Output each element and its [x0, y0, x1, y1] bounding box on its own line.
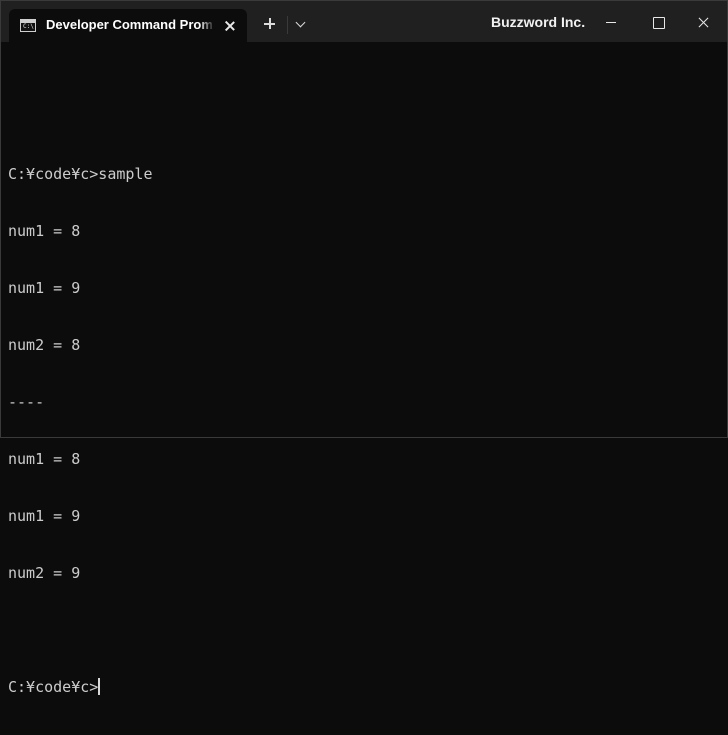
terminal-line: C:¥code¥c>sample: [8, 165, 153, 183]
minimize-button[interactable]: [589, 1, 635, 42]
new-tab-plus-icon[interactable]: [259, 13, 281, 35]
terminal-line: ----: [8, 393, 45, 411]
prompt-text: C:¥code¥c>: [8, 678, 99, 696]
text-cursor: [98, 678, 101, 695]
close-button[interactable]: [681, 1, 727, 42]
terminal-line: num2 = 9: [8, 564, 81, 582]
terminal-line: num1 = 8: [8, 450, 81, 468]
tab-title: Developer Command Prompt: [46, 17, 212, 32]
maximize-button[interactable]: [635, 1, 681, 42]
console-icon: C:\: [20, 19, 36, 32]
chevron-down-icon[interactable]: [293, 15, 309, 33]
tab-divider: [287, 16, 288, 34]
prompt-line[interactable]: C:¥code¥c>: [8, 678, 720, 697]
terminal-line: num1 = 9: [8, 507, 81, 525]
brand-name: Buzzword Inc.: [491, 14, 586, 30]
console-icon-glyph: C:\: [23, 23, 34, 30]
title-bar[interactable]: C:\ Developer Command Prompt Buzzword In…: [1, 1, 727, 42]
terminal-line: num1 = 8: [8, 222, 81, 240]
tab-developer-command-prompt[interactable]: C:\ Developer Command Prompt: [9, 9, 247, 42]
tab-close-icon[interactable]: [220, 16, 240, 36]
tab-title-fade: [199, 15, 215, 37]
terminal-window: C:\ Developer Command Prompt Buzzword In…: [0, 0, 728, 696]
terminal-line: num2 = 8: [8, 336, 81, 354]
terminal-output[interactable]: C:¥code¥c>sample num1 = 8 num1 = 9 num2 …: [8, 70, 720, 696]
terminal-line: num1 = 9: [8, 279, 81, 297]
